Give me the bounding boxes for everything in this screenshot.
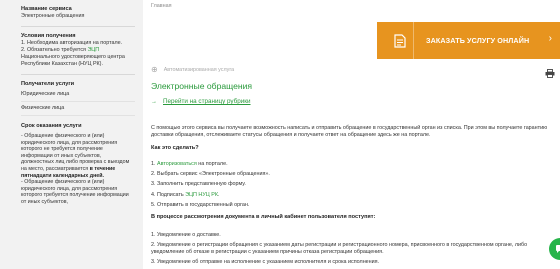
chat-icon — [556, 245, 560, 253]
rubric-page-link[interactable]: → Перейти на страницу рубрики — [151, 98, 251, 105]
term-paragraph-1: - Обращение физического и (или) юридичес… — [21, 133, 131, 179]
divider — [21, 26, 135, 27]
eds-link[interactable]: ЭЦП — [87, 47, 99, 53]
breadcrumb[interactable]: Главная — [151, 3, 172, 9]
intro-paragraph: С помощью этого сервиса вы получаете воз… — [151, 125, 548, 138]
condition-2-suffix: Национального удостоверяющего центра Рес… — [21, 54, 125, 67]
order-service-online-button[interactable]: ЗАКАЗАТЬ УСЛУГУ ОНЛАЙН › — [377, 22, 560, 59]
process-title: В процессе рассмотрения документа в личн… — [151, 214, 376, 220]
automated-service-row: ⊕ Автоматизированная услуга — [151, 66, 234, 74]
term-paragraph-2: - Обращение физического и (или) юридичес… — [21, 179, 129, 205]
conditions-block: Условия получения 1. Необходима авториза… — [21, 32, 133, 68]
print-icon[interactable] — [545, 65, 555, 83]
document-icon — [387, 22, 414, 59]
term-title: Срок оказания услуги — [21, 123, 82, 129]
step-4: 4. Подписать ЭЦП НУЦ РК. — [151, 190, 270, 200]
sidebar: Название сервиса Электронные обращения У… — [0, 0, 143, 269]
notices-list: 1. Уведомление о доставке. 2. Уведомлени… — [151, 232, 560, 269]
service-name-value: Электронные обращения — [21, 13, 85, 19]
step-1: 1. Авторизоваться на портале. — [151, 159, 270, 169]
plus-icon: ⊕ — [151, 65, 158, 74]
step-2: 2. Выбрать сервис «Электронные обращения… — [151, 171, 270, 178]
step-5: 5. Отправить в государственный орган. — [151, 201, 250, 208]
service-name-title: Название сервиса — [21, 6, 72, 12]
steps-list: 1. Авторизоваться на портале. 2. Выбрать… — [151, 159, 270, 210]
recipient-item-individual[interactable]: Физические лица — [21, 102, 135, 116]
condition-2-prefix: 2. Обязательно требуется — [21, 47, 88, 53]
recipients-title: Получатели услуги — [21, 81, 75, 87]
arrow-right-icon: → — [151, 98, 157, 105]
term-block: Срок оказания услуги - Обращение физичес… — [21, 122, 143, 206]
notice-1: 1. Уведомление о доставке. — [151, 232, 221, 238]
recipients-block: Получатели услуги Юридические лица Физич… — [21, 80, 143, 116]
notice-3: 3. Уведомление об отправке на исполнение… — [151, 259, 380, 265]
eds-nuc-link[interactable]: ЭЦП НУЦ РК — [185, 192, 218, 198]
authorize-link[interactable]: Авторизоваться — [157, 161, 197, 167]
step-3: 3. Заполнить представленную форму. — [151, 181, 246, 188]
chevron-right-icon: › — [548, 33, 552, 44]
conditions-title: Условия получения — [21, 33, 76, 39]
step-4-prefix: 4. Подписать — [151, 191, 186, 198]
notice-2: 2. Уведомление о регистрации обращения с… — [151, 242, 528, 255]
order-service-label: ЗАКАЗАТЬ УСЛУГУ ОНЛАЙН — [426, 36, 530, 45]
automated-service-label: Автоматизированная услуга — [163, 67, 235, 73]
condition-1: 1. Необходима авторизация на портале. — [21, 40, 123, 46]
rubric-page-label: Перейти на страницу рубрики — [163, 98, 251, 105]
divider — [21, 74, 135, 75]
service-name-block: Название сервиса Электронные обращения — [21, 5, 143, 20]
step-1-suffix: на портале. — [196, 161, 228, 167]
step-4-suffix: . — [217, 191, 220, 198]
condition-2: 2. Обязательно требуется ЭЦП Национально… — [21, 47, 133, 68]
how-to-title: Как это сделать? — [151, 145, 199, 151]
recipient-item-legal[interactable]: Юридические лица — [21, 88, 135, 102]
page-title: Электронные обращения — [151, 81, 253, 91]
